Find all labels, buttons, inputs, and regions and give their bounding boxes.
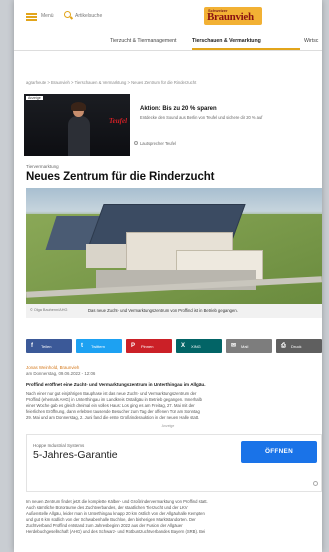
share-twitter-button[interactable]: t Twittern: [76, 339, 122, 353]
mobile-page: Menü Artikelsuche Schweizer Braunvieh Ti…: [14, 0, 322, 552]
mail-icon: ✉: [231, 343, 237, 349]
share-label: XING: [191, 344, 201, 349]
article-paragraph-line: Außenstelle Allgäu, leider man in Untert…: [26, 511, 205, 516]
ad-separator: Anzeige: [161, 424, 175, 428]
hero-image[interactable]: [26, 188, 322, 304]
article-paragraph-line: Zuchtverband Proffind entstand zum Jahre…: [26, 523, 183, 528]
ad-image[interactable]: Anzeige Teufel: [24, 94, 130, 156]
share-mail-button[interactable]: ✉ Mail: [226, 339, 272, 353]
caption-text: Das neue Zucht- und Vermarktungszentrum …: [88, 308, 238, 313]
nav-item-tierschauen[interactable]: Tierschauen & Vermarktung: [192, 38, 261, 44]
site-logo[interactable]: Schweizer Braunvieh: [204, 7, 262, 25]
breadcrumb[interactable]: agrarheute > Braunvieh > Tierschauen & V…: [26, 80, 196, 85]
share-pinterest-button[interactable]: P Pinnen: [126, 339, 172, 353]
pinterest-icon: P: [131, 343, 136, 349]
article-paragraph-line: und gut 6 km südlich von der Schwabenhal…: [26, 517, 196, 522]
caption-credit: © Olga Bauhenn/AHG: [30, 308, 68, 312]
search-label[interactable]: Artikelsuche: [75, 13, 102, 19]
article-paragraph-line: Nach einer nur gut einjährigen Bauphase …: [26, 391, 197, 396]
twitter-icon: t: [81, 343, 83, 349]
article-author[interactable]: Jonas Weinhold, Braunvieh: [26, 365, 79, 370]
ad-teufel[interactable]: Anzeige Teufel Aktion: Bis zu 20 % spare…: [24, 94, 322, 156]
article-paragraph-line: Proffind (ehemals AHG) in Unterthingau i…: [26, 397, 202, 402]
ad-brand-logo: Teufel: [109, 117, 128, 125]
article-paragraph-line: Herdebuchgesellschaft (AHG) und des Schw…: [26, 529, 206, 534]
menu-label[interactable]: Menü: [41, 13, 54, 19]
share-xing-button[interactable]: X XING: [176, 339, 222, 353]
search-icon[interactable]: [64, 11, 71, 18]
nav-item-tierzucht[interactable]: Tierzucht & Tiermanagement: [110, 38, 176, 44]
ad-garantie[interactable]: Hoppe Industrial Systems 5-Jahres-Garant…: [26, 434, 322, 492]
share-label: Pinnen: [141, 344, 154, 349]
nav-item-wirtschaft[interactable]: Wirtsc: [304, 38, 318, 44]
article-paragraph-line: feierlichen Eröffnung, dann erlebten tau…: [26, 409, 200, 414]
ad-advertiser-icon: [134, 141, 138, 145]
article-lead: Proffind eröffnet eine Zucht- und Vermar…: [26, 382, 206, 387]
menu-icon[interactable]: [26, 13, 37, 21]
share-label: Druck: [291, 344, 302, 349]
image-caption: © Olga Bauhenn/AHG Das neue Zucht- und V…: [26, 304, 322, 318]
ad-title[interactable]: Aktion: Bis zu 20 % sparen: [140, 106, 217, 112]
share-label: Twittern: [91, 344, 106, 349]
share-print-button[interactable]: ⎙ Druck: [276, 339, 322, 353]
ad-brand: Hoppe Industrial Systems: [33, 443, 85, 448]
facebook-icon: f: [31, 343, 33, 349]
share-label: Teilen: [41, 344, 52, 349]
print-icon: ⎙: [281, 343, 286, 349]
article-kicker: Tiervermarktung: [26, 164, 59, 169]
logo-main-text: Braunvieh: [207, 11, 254, 23]
share-facebook-button[interactable]: f Teilen: [26, 339, 72, 353]
article-paragraph-line: einer Woche gab es gleich dreimal ein vo…: [26, 403, 195, 408]
nav-active-underline: [192, 48, 300, 50]
info-icon[interactable]: [313, 481, 318, 486]
article-date: am Donnerstag, 09.06.2022 - 12:06: [26, 371, 96, 376]
ad-subtitle: Entdecke den Sound aus Berlin von Teufel…: [140, 115, 263, 120]
ad-title[interactable]: 5-Jahres-Garantie: [33, 449, 118, 461]
top-bar: Menü Artikelsuche Schweizer Braunvieh: [14, 0, 322, 34]
xing-icon: X: [181, 343, 186, 349]
article-paragraph-line: Auch sämtliche Büroräume des Zuchtverban…: [26, 505, 188, 510]
category-nav: Tierzucht & Tiermanagement Tierschauen &…: [14, 34, 322, 51]
article-paragraph-line: Im neuen Zentrum findet jetzt die komple…: [26, 499, 208, 504]
ad-person-image: [68, 102, 90, 156]
open-button[interactable]: ÖFFNEN: [241, 441, 317, 463]
article-paragraph-line: 29. Mai und am Donnerstag, 2. Juni fand …: [26, 415, 200, 420]
ad-tag: Anzeige: [26, 96, 43, 100]
article-headline: Neues Zentrum für die Rinderzucht: [26, 171, 215, 183]
share-label: Mail: [241, 344, 249, 349]
ad-advertiser: Lautsprecher Teufel: [140, 141, 176, 146]
